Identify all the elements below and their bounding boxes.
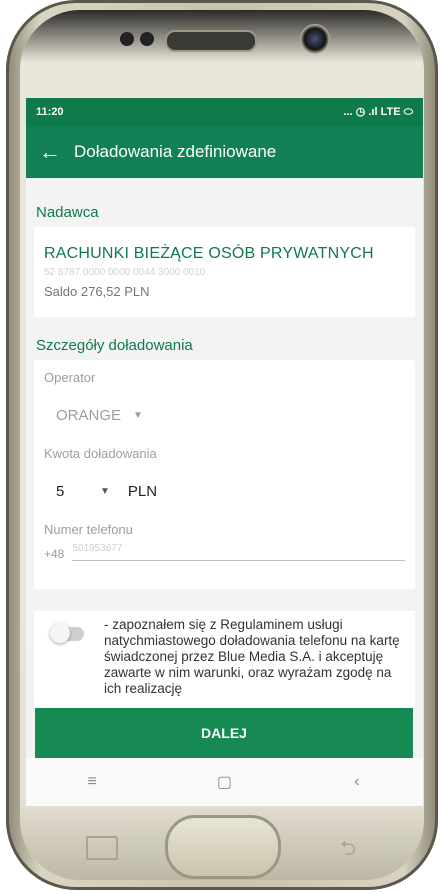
- phone-field: +48 501953677: [44, 543, 405, 561]
- home-icon[interactable]: ▢: [194, 772, 254, 792]
- back-icon[interactable]: ‹: [327, 773, 387, 791]
- menu-icon[interactable]: ≡: [62, 773, 122, 791]
- phone-screen: 11:20 ... ◷ .ıl LTE ⬭ ← Doładowania zdef…: [26, 98, 423, 806]
- android-nav-bar: ≡ ▢ ‹: [26, 758, 423, 806]
- status-icons: ... ◷ .ıl LTE ⬭: [343, 106, 413, 118]
- consent-box: - zapoznałem się z Regulaminem usługi na…: [34, 611, 415, 713]
- chevron-down-icon[interactable]: ▼: [100, 486, 110, 497]
- currency-label: PLN: [127, 483, 158, 500]
- earpiece-speaker: [165, 30, 257, 52]
- phone-prefix: +48: [44, 547, 65, 561]
- account-balance: Saldo 276,52 PLN: [44, 284, 150, 299]
- next-button[interactable]: DALEJ: [35, 708, 413, 758]
- sender-account-card[interactable]: RACHUNKI BIEŻĄCE OSÓB PRYWATNYCH 52 8787…: [34, 227, 415, 317]
- amount-label: Kwota doładowania: [44, 446, 157, 461]
- amount-dropdown[interactable]: 5: [56, 483, 88, 500]
- sensors: [120, 32, 154, 46]
- status-time: 11:20: [36, 106, 64, 118]
- chevron-down-icon: ▼: [133, 410, 143, 421]
- page-title: Doładowania zdefiniowane: [74, 142, 277, 161]
- home-hardware-button: [165, 815, 281, 879]
- phone-number-input[interactable]: 501953677: [72, 543, 405, 561]
- operator-label: Operator: [44, 370, 96, 385]
- app-bar: ← Doładowania zdefiniowane: [26, 126, 423, 178]
- consent-toggle[interactable]: [50, 623, 84, 643]
- amount-row: 5 ▼ PLN: [44, 483, 405, 500]
- details-card: Operator ORANGE ▼ Kwota doładowania 5 ▼ …: [34, 360, 415, 589]
- front-camera: [300, 24, 330, 54]
- sensor-dot: [140, 32, 154, 46]
- sensor-dot: [120, 32, 134, 46]
- recent-apps-key: [86, 836, 118, 860]
- operator-dropdown[interactable]: ORANGE ▼: [44, 407, 405, 424]
- consent-text: - zapoznałem się z Regulaminem usługi na…: [104, 617, 400, 696]
- status-bar: 11:20 ... ◷ .ıl LTE ⬭: [26, 98, 423, 126]
- operator-value: ORANGE: [56, 407, 122, 424]
- details-section-title: Szczegóły doładowania: [36, 337, 193, 354]
- account-number: 52 8787 0000 0000 0044 3000 0010: [44, 267, 206, 278]
- back-arrow-icon[interactable]: ←: [26, 139, 74, 165]
- sender-section-title: Nadawca: [36, 204, 99, 221]
- toggle-knob: [50, 623, 70, 643]
- back-key-icon: ⮌: [340, 838, 357, 860]
- phone-label: Numer telefonu: [44, 522, 133, 537]
- account-name: RACHUNKI BIEŻĄCE OSÓB PRYWATNYCH: [44, 245, 374, 262]
